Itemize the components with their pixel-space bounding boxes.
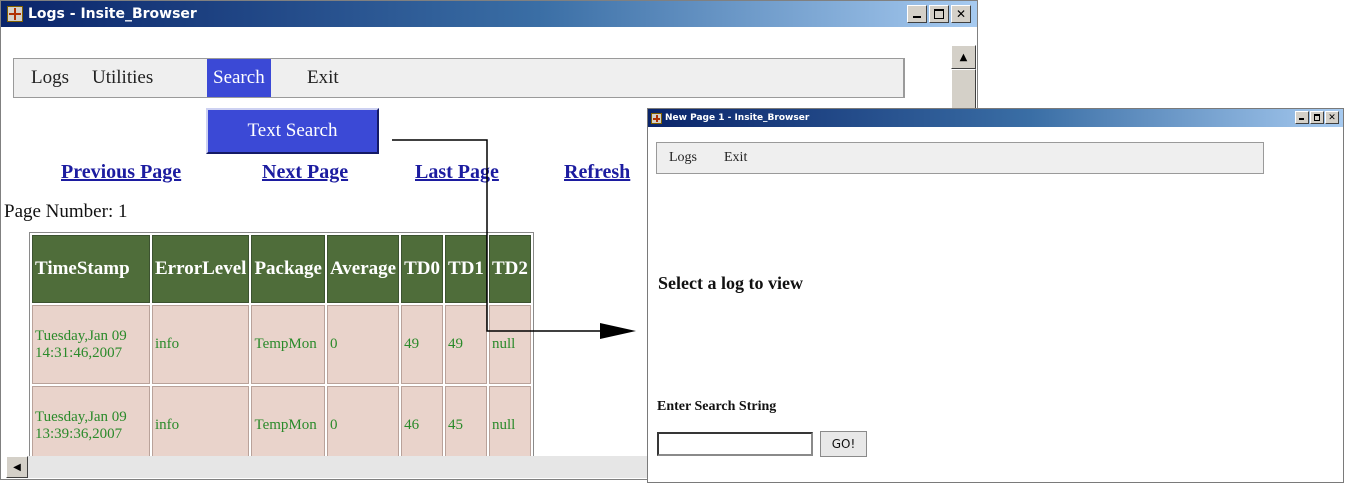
connector-line — [392, 139, 612, 332]
arrow-icon — [392, 139, 636, 339]
arrowhead — [600, 323, 636, 339]
